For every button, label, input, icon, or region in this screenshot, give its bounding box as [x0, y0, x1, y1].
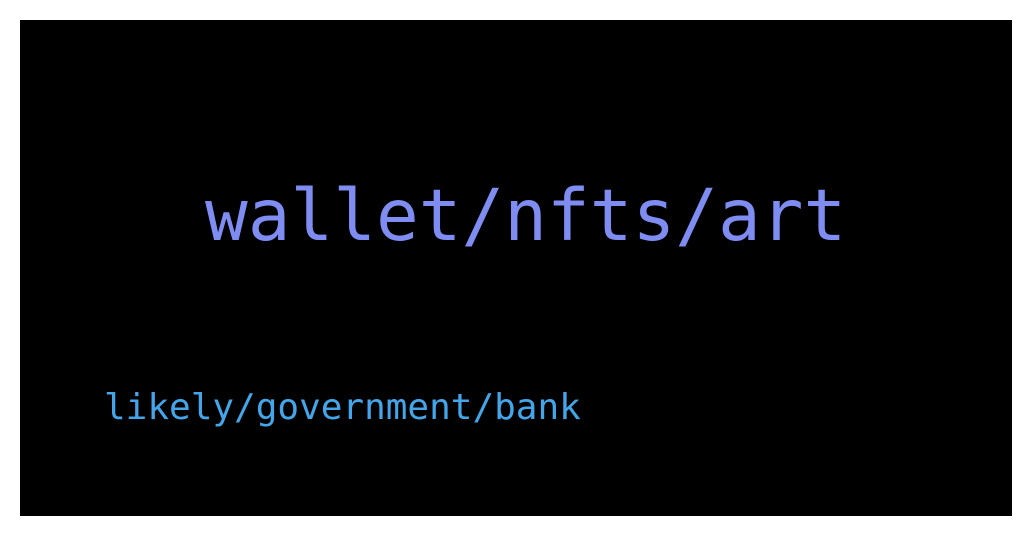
- primary-path-text: wallet/nfts/art: [205, 174, 847, 257]
- page-canvas: wallet/nfts/art likely/government/bank: [0, 0, 1031, 536]
- slide-panel: wallet/nfts/art likely/government/bank: [20, 20, 1012, 516]
- secondary-path-text: likely/government/bank: [104, 387, 581, 428]
